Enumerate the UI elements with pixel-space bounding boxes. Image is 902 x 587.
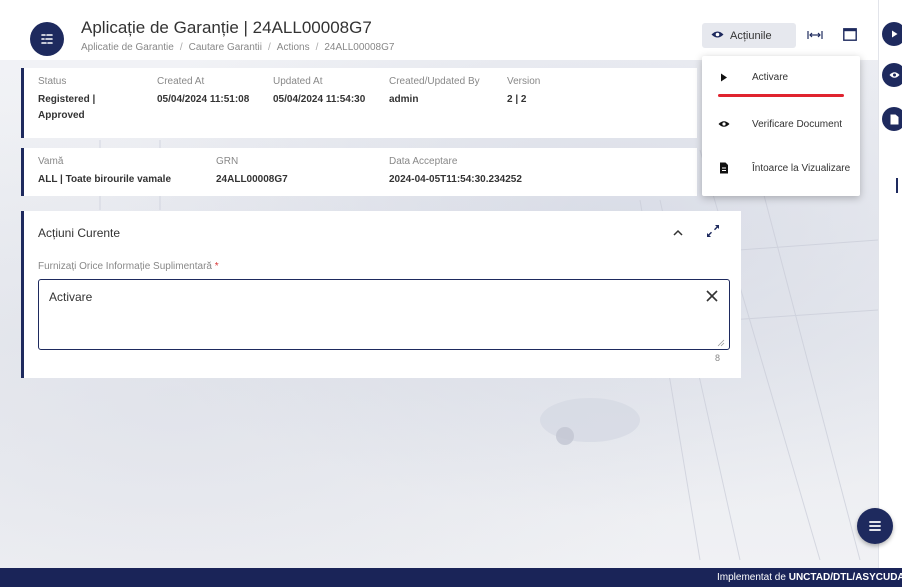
document-icon[interactable] [882, 107, 902, 131]
menu-item-activare[interactable]: Activare [702, 60, 860, 94]
play-icon [718, 71, 730, 83]
footer-prefix: Implementat de [717, 572, 786, 583]
status-label: Status [38, 76, 67, 87]
acceptance-date-value: 2024-04-05T11:54:30.234252 [389, 174, 522, 185]
footer-credit: Implementat de UNCTAD/DTL/ASYCUDA [717, 572, 902, 583]
menu-item-verificare-document[interactable]: Verificare Document [702, 107, 860, 141]
play-icon[interactable] [882, 22, 902, 46]
created-by-value: admin [389, 94, 419, 105]
page-header: Aplicație de Garanție | 24ALL00008G7 Apl… [0, 0, 878, 60]
customs-value: ALL | Toate birourile vamale [38, 174, 172, 185]
status-value: Registered | Approved [38, 94, 96, 121]
eye-icon[interactable] [882, 63, 902, 87]
updated-at-label: Updated At [273, 76, 323, 87]
field-label-text: Furnizați Orice Informație Suplimentară [38, 261, 212, 272]
active-indicator [718, 94, 844, 97]
required-mark: * [214, 261, 219, 272]
breadcrumb: Aplicatie de Garantie / Cautare Garantii / A… [81, 42, 395, 53]
field-label: Furnizați Orice Informație Suplimentară … [38, 261, 219, 272]
footer-org: UNCTAD/DTL/ASYCUDA [788, 572, 902, 583]
hamburger-icon [869, 521, 881, 531]
actions-dropdown-menu: Activare Verificare Document Întoarce la… [702, 56, 860, 196]
chevron-up-icon[interactable] [671, 226, 685, 240]
fullscreen-icon[interactable] [705, 223, 721, 239]
grn-value: 24ALL00008G7 [216, 174, 288, 185]
menu-item-intoarce-vizualizare[interactable]: Întoarce la Vizualizare [702, 151, 860, 185]
textarea-value: Activare [49, 290, 93, 304]
additional-info-textarea[interactable]: Activare [38, 279, 730, 350]
actions-label: Acțiunile [730, 29, 772, 42]
created-at-value: 05/04/2024 11:51:08 [157, 94, 250, 105]
created-at-label: Created At [157, 76, 205, 87]
grn-label: GRN [216, 156, 239, 167]
footer: Implementat de UNCTAD/DTL/ASYCUDA [0, 568, 902, 587]
created-by-label: Created/Updated By [389, 76, 480, 87]
menu-item-label: Întoarce la Vizualizare [752, 162, 851, 174]
status-card: Status Registered | Approved Created At … [21, 68, 697, 138]
customs-card: Vamă ALL | Toate birourile vamale GRN 24… [21, 148, 697, 196]
right-side-rail [878, 0, 902, 568]
arrows-horizontal-icon [807, 31, 823, 39]
eye-icon [718, 118, 730, 130]
close-icon[interactable] [705, 289, 719, 303]
breadcrumb-item[interactable]: Aplicatie de Garantie [81, 42, 174, 53]
customs-label: Vamă [38, 156, 64, 167]
acceptance-date-label: Data Acceptare [389, 156, 458, 167]
eye-icon [711, 30, 724, 42]
section-title: Acțiuni Curente [38, 226, 121, 240]
breadcrumb-item: 24ALL00008G7 [324, 42, 395, 53]
menu-item-label: Activare [752, 71, 789, 83]
version-label: Version [507, 76, 541, 87]
breadcrumb-item[interactable]: Actions [277, 42, 310, 53]
version-value: 2 | 2 [507, 94, 527, 105]
updated-at-value: 05/04/2024 11:54:30 [273, 94, 366, 105]
current-actions-card: Acțiuni Curente Furnizați Orice Informaț… [21, 211, 741, 378]
document-icon [718, 162, 730, 174]
char-counter: 8 [715, 353, 721, 363]
page-title: Aplicație de Garanție | 24ALL00008G7 [81, 18, 372, 37]
actions-button[interactable]: Acțiunile [702, 23, 796, 48]
menu-fab-button[interactable] [857, 508, 893, 544]
menu-item-label: Verificare Document [752, 118, 843, 130]
scroll-indicator [896, 178, 898, 193]
app-icon [30, 22, 64, 56]
expand-width-button[interactable] [806, 27, 824, 43]
breadcrumb-item[interactable]: Cautare Garantii [189, 42, 262, 53]
window-icon[interactable] [843, 28, 857, 41]
resize-grip-icon[interactable] [717, 338, 725, 347]
